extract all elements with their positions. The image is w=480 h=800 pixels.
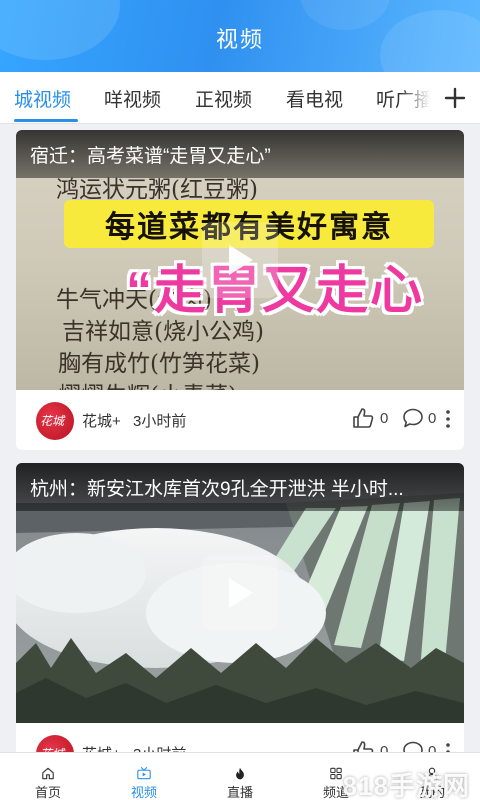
video-thumbnail[interactable]: 鸿运状元粥(红豆粥) 牛气冲天(牛肉) 吉祥如意(烧小公鸡) 胸有成竹(竹笋花菜… [16, 130, 464, 390]
add-channel-button[interactable] [430, 72, 480, 123]
tab-zheng-video[interactable]: 正视频 [195, 85, 252, 112]
nav-label: 视频 [130, 785, 157, 800]
play-button[interactable] [202, 222, 278, 298]
video-card[interactable]: 鸿运状元粥(红豆粥) 牛气冲天(牛肉) 吉祥如意(烧小公鸡) 胸有成竹(竹笋花菜… [16, 130, 464, 450]
plus-icon [444, 87, 466, 109]
nav-home[interactable]: 首页 [0, 753, 96, 800]
nav-label: 首页 [34, 785, 61, 800]
source-name[interactable]: 花城+ [82, 410, 121, 431]
play-icon [229, 245, 253, 275]
page-title: 视频 [215, 27, 264, 52]
app-header: 视频 [0, 0, 480, 72]
nav-label: 直播 [226, 785, 253, 800]
thumbs-up-icon[interactable] [352, 407, 374, 429]
site-watermark: 818手游网 [342, 771, 470, 800]
source-avatar[interactable]: 花城 [36, 402, 74, 440]
category-tabs: 城视频 咩视频 正视频 看电视 听广播 [0, 72, 480, 124]
flame-icon [236, 767, 244, 780]
video-thumbnail[interactable]: 杭州：新安江水库首次9孔全开泄洪 半小时... [16, 463, 464, 723]
tab-watch-tv[interactable]: 看电视 [286, 85, 343, 112]
tab-fade [400, 72, 430, 123]
publish-time: 3小时前 [133, 413, 187, 430]
menu-line: 胸有成竹(竹笋花菜) [58, 351, 260, 377]
play-icon [229, 578, 253, 608]
video-meta: 花城 花城+ 3小时前 0 0 [16, 390, 464, 450]
active-tab-indicator [14, 119, 78, 122]
comment-count: 0 [428, 410, 437, 427]
comment-icon[interactable] [402, 407, 424, 429]
tab-city-video[interactable]: 城视频 [14, 85, 71, 112]
like-count: 0 [380, 410, 389, 427]
app-root: 视频 城视频 咩视频 正视频 看电视 听广播 鸿运状元粥(红豆粥) 牛气冲天(牛… [0, 0, 480, 800]
nav-live[interactable]: 直播 [192, 753, 288, 800]
video-title[interactable]: 宿迁：高考菜谱“走胃又走心” [16, 130, 464, 178]
menu-line: 熠熠生辉(小青菜) [58, 376, 237, 390]
home-icon [42, 767, 54, 780]
video-title[interactable]: 杭州：新安江水库首次9孔全开泄洪 半小时... [16, 463, 464, 511]
play-button[interactable] [202, 555, 278, 631]
tab-mie-video[interactable]: 咩视频 [104, 85, 161, 112]
video-card[interactable]: 杭州：新安江水库首次9孔全开泄洪 半小时... 花城 花城+ 3小时前 0 0 [16, 463, 464, 783]
tv-icon [137, 767, 151, 780]
more-options-icon[interactable] [444, 408, 452, 430]
nav-video[interactable]: 视频 [96, 753, 192, 800]
